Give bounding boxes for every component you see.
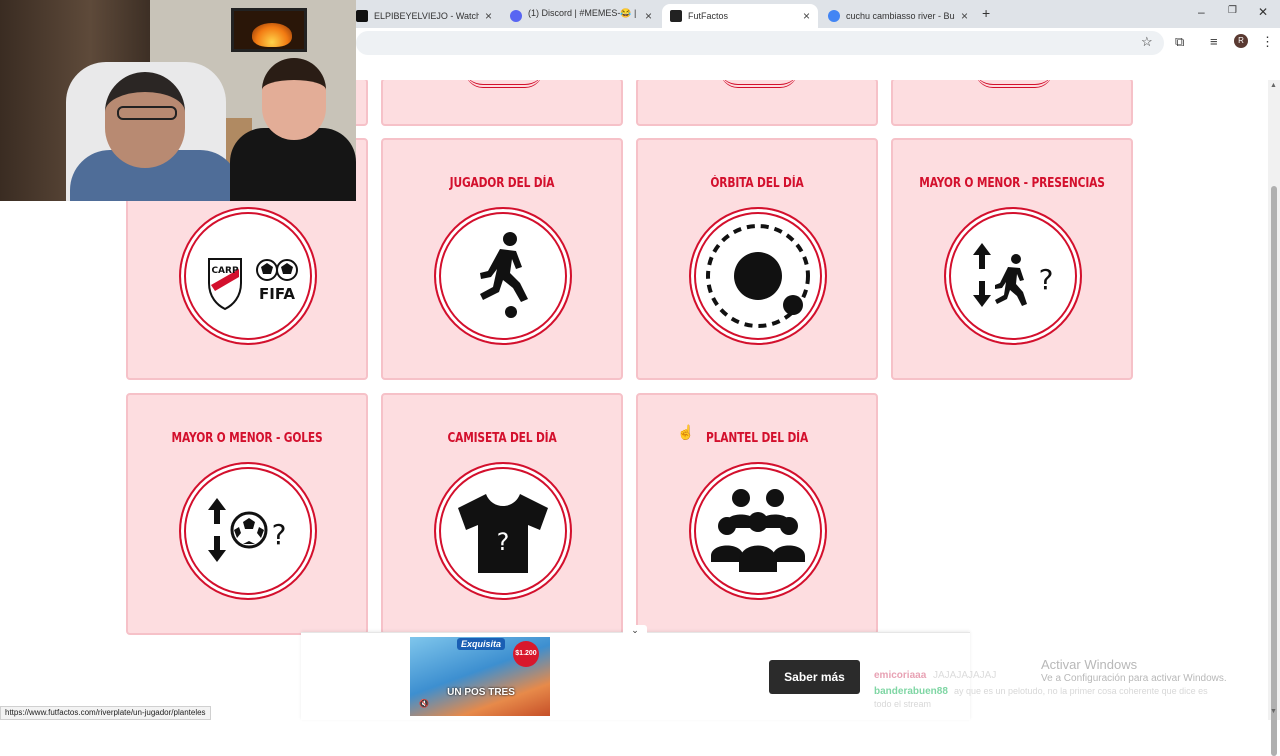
card-partial[interactable]: [636, 80, 878, 126]
chat-message: ay que es un pelotudo, no la primer cosa…: [954, 686, 1208, 696]
ad-price-badge: $1.200: [513, 641, 539, 667]
chat-user: banderabuen88: [874, 686, 948, 697]
card-plantel-del-dia[interactable]: PLANTEL DEL DÍA: [636, 393, 878, 635]
close-icon[interactable]: ×: [645, 9, 652, 23]
page-scrollbar[interactable]: ▲ ▼: [1268, 80, 1280, 756]
collapse-chevron-icon[interactable]: ⌄: [623, 625, 647, 639]
card-title: ÓRBITA DEL DÍA: [710, 176, 804, 191]
team-icon: [689, 462, 827, 600]
shirt-icon: ?: [434, 462, 572, 600]
river-fifa-icon: CARP FIFA: [179, 207, 317, 345]
close-window-icon[interactable]: ✕: [1258, 5, 1268, 19]
card-camiseta-del-dia[interactable]: CAMISETA DEL DÍA ?: [381, 393, 623, 635]
close-icon[interactable]: ×: [961, 9, 968, 23]
profile-avatar[interactable]: R: [1234, 34, 1248, 48]
close-icon[interactable]: ×: [803, 9, 810, 23]
close-icon[interactable]: ×: [485, 9, 492, 23]
extensions-icon[interactable]: ⧉: [1175, 34, 1184, 50]
scrollbar-thumb[interactable]: [1271, 186, 1277, 756]
tab-title: (1) Discord | #MEMES-😂 | ꧁B: [528, 8, 639, 18]
svg-text:?: ?: [1039, 263, 1054, 296]
scroll-down-icon[interactable]: ▼: [1270, 708, 1277, 715]
tab-discord[interactable]: (1) Discord | #MEMES-😂 | ꧁B ×: [502, 4, 660, 28]
minimize-icon[interactable]: –: [1198, 5, 1205, 19]
saber-mas-button[interactable]: Saber más: [769, 660, 860, 694]
card-orbita-del-dia[interactable]: ÓRBITA DEL DÍA: [636, 138, 878, 380]
card-partial[interactable]: [891, 80, 1133, 126]
tab-google-search[interactable]: cuchu cambiasso river - Buscar ×: [820, 4, 976, 28]
card-jugador-del-dia[interactable]: JUGADOR DEL DÍA: [381, 138, 623, 380]
card-title: JUGADOR DEL DÍA: [449, 176, 555, 191]
card-title: CAMISETA DEL DÍA: [447, 431, 557, 446]
ad-banner: ⌄ Exquisita $1.200 UN POS TRES 🔇 Saber m…: [301, 625, 970, 720]
svg-text:?: ?: [497, 528, 510, 556]
tab-elpibeyelviejo[interactable]: ELPIBEYELVIEJO - Watch clips o ×: [348, 4, 500, 28]
tab-title: cuchu cambiasso river - Buscar: [846, 11, 955, 21]
activation-watermark-title: Activar Windows: [1041, 657, 1138, 672]
futfactos-favicon-icon: [670, 10, 682, 22]
webcam-overlay: [0, 0, 356, 201]
card-mayor-menor-presencias[interactable]: MAYOR O MENOR - PRESENCIAS ?: [891, 138, 1133, 380]
new-tab-button[interactable]: +: [982, 5, 990, 21]
google-favicon-icon: [828, 10, 840, 22]
activation-watermark-subtitle: Ve a Configuración para activar Windows.: [1041, 673, 1227, 684]
chat-message: JAJAJAJAJAJ: [933, 670, 997, 681]
twitch-favicon-icon: [356, 10, 368, 22]
footballer-icon: [434, 207, 572, 345]
tab-title: ELPIBEYELVIEJO - Watch clips o: [374, 11, 479, 21]
ad-brand: Exquisita: [457, 638, 506, 650]
svg-text:CARP: CARP: [211, 266, 239, 276]
mute-icon[interactable]: 🔇: [419, 699, 429, 708]
svg-text:?: ?: [272, 518, 287, 551]
card-mayor-menor-goles[interactable]: MAYOR O MENOR - GOLES ?: [126, 393, 368, 635]
address-bar[interactable]: [356, 31, 1164, 55]
tab-title: FutFactos: [688, 11, 729, 21]
card-title: MAYOR O MENOR - PRESENCIAS: [919, 176, 1105, 191]
card-partial[interactable]: [381, 80, 623, 126]
media-control-icon[interactable]: ≡: [1210, 34, 1218, 49]
restore-icon[interactable]: ❐: [1228, 5, 1237, 16]
hand-cursor-icon: ☝: [677, 424, 695, 440]
status-url: https://www.futfactos.com/riverplate/un-…: [0, 706, 211, 720]
tab-futfactos[interactable]: FutFactos ×: [662, 4, 818, 28]
scroll-up-icon[interactable]: ▲: [1270, 82, 1277, 89]
card-title: MAYOR O MENOR - GOLES: [171, 431, 323, 446]
chat-user: emicoriaaa: [874, 670, 927, 681]
discord-favicon-icon: [510, 10, 522, 22]
fifa-label: FIFA: [259, 285, 295, 303]
fireplace-screen: [231, 8, 307, 52]
ad-slogan: UN POS TRES: [447, 687, 515, 698]
menu-kebab-icon[interactable]: ⋮: [1261, 34, 1274, 50]
orbit-icon: [689, 207, 827, 345]
chat-message: todo el stream: [874, 699, 932, 709]
higher-lower-player-icon: ?: [944, 207, 1082, 345]
bookmark-star-icon[interactable]: ☆: [1141, 34, 1153, 50]
higher-lower-ball-icon: ?: [179, 462, 317, 600]
